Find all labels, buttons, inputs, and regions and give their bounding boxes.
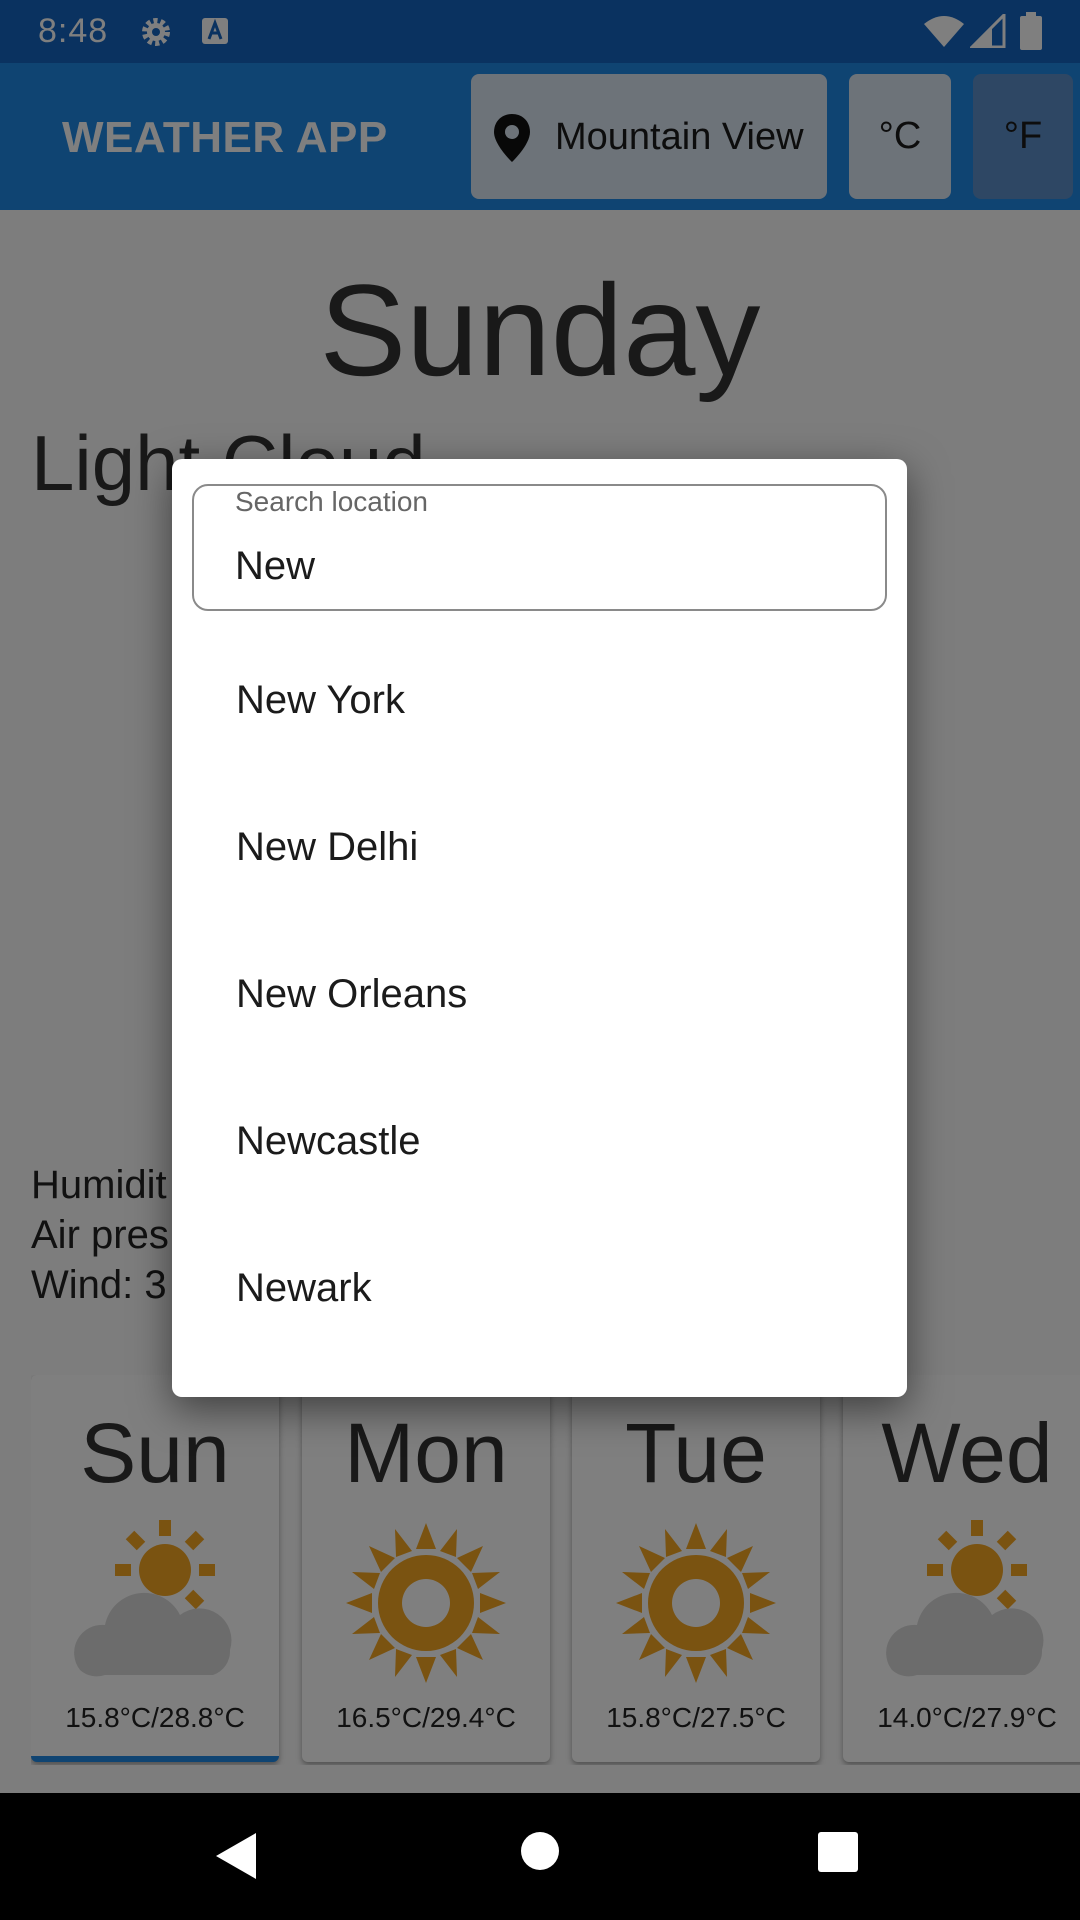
location-search-dialog: Search location New New York New Delhi N… bbox=[172, 459, 907, 1397]
search-location-field[interactable]: Search location New bbox=[192, 484, 887, 611]
suggestion-item[interactable]: New York bbox=[236, 650, 876, 750]
search-location-label: Search location bbox=[235, 486, 429, 517]
search-location-input[interactable]: New bbox=[235, 544, 315, 589]
back-icon[interactable] bbox=[214, 1831, 258, 1886]
suggestion-item[interactable]: New Delhi bbox=[236, 797, 876, 897]
suggestion-item[interactable]: Newcastle bbox=[236, 1091, 876, 1191]
navigation-bar bbox=[0, 1793, 1080, 1920]
recents-icon[interactable] bbox=[817, 1831, 859, 1878]
home-icon[interactable] bbox=[520, 1831, 560, 1876]
suggestion-item[interactable]: Newark bbox=[236, 1238, 876, 1338]
suggestion-item[interactable]: New Orleans bbox=[236, 944, 876, 1044]
